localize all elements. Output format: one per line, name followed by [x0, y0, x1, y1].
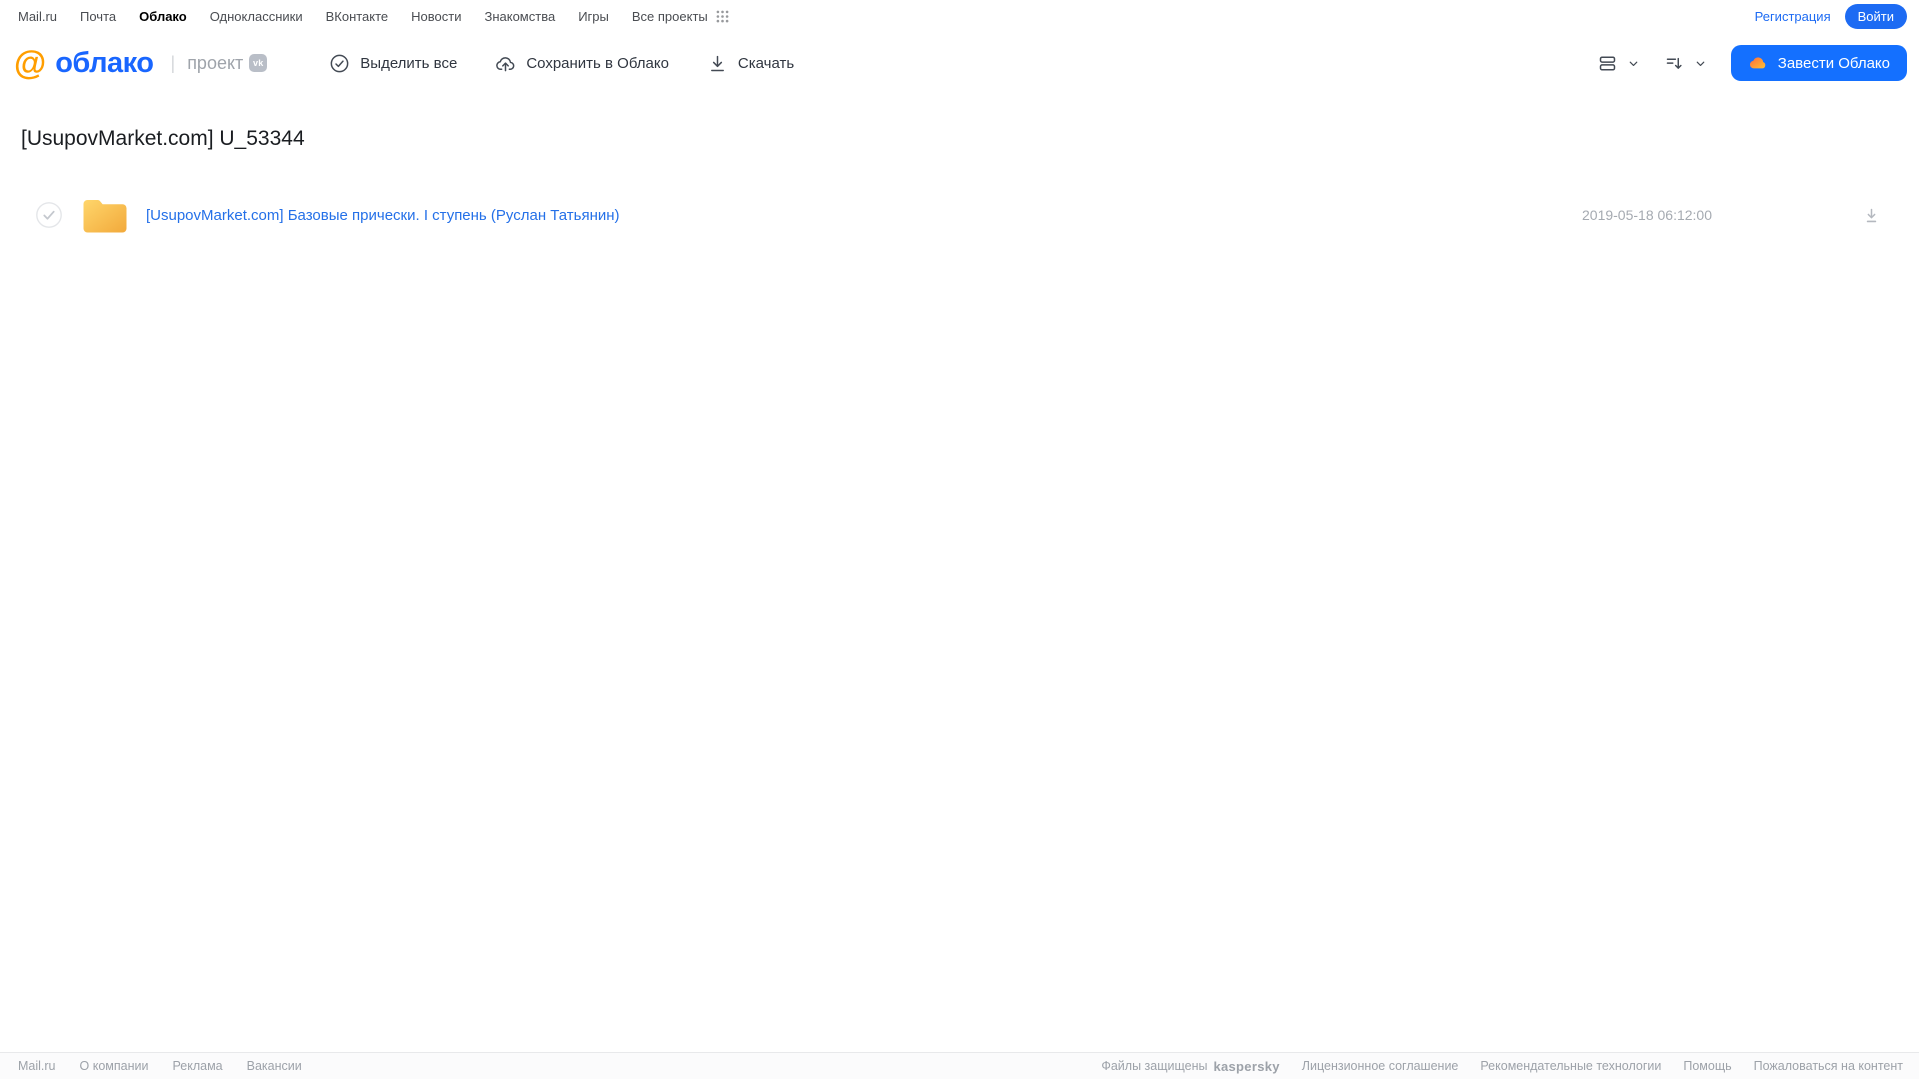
folder-icon[interactable]	[82, 197, 128, 234]
select-all-label: Выделить все	[360, 54, 458, 72]
row-download-button[interactable]	[1862, 206, 1881, 225]
footer-left-links: Mail.ru О компании Реклама Вакансии	[18, 1059, 302, 1073]
chevron-down-icon	[1694, 57, 1707, 70]
portal-link-news[interactable]: Новости	[411, 9, 461, 24]
cloud-icon	[1748, 53, 1768, 73]
file-modified-date: 2019-05-18 06:12:00	[1582, 207, 1712, 223]
toolbar: Выделить все Сохранить в Облако Скачать	[329, 53, 794, 74]
logo-divider: |	[170, 52, 176, 73]
main-content: [UsupovMarket.com] U_53344 [UsupovMarket…	[0, 127, 1919, 243]
download-label: Скачать	[737, 54, 795, 72]
footer-link-license[interactable]: Лицензионное соглашение	[1302, 1059, 1459, 1073]
protected-by-label: Файлы защищены	[1101, 1059, 1208, 1073]
logo-project-label: проект vk	[187, 52, 268, 74]
mailru-at-icon: @	[14, 43, 47, 81]
download-all-button[interactable]: Скачать	[707, 53, 794, 74]
project-text: проект	[187, 52, 244, 73]
portal-link-odnoklassniki[interactable]: Одноклассники	[210, 9, 303, 24]
portal-link-games[interactable]: Игры	[578, 9, 609, 24]
page-title: [UsupovMarket.com] U_53344	[21, 127, 305, 150]
sort-control[interactable]	[1664, 53, 1707, 74]
logo-product-name: облако	[55, 46, 154, 79]
kaspersky-protection: Файлы защищены kaspersky	[1101, 1059, 1279, 1074]
view-mode-control[interactable]	[1597, 53, 1640, 74]
apps-grid-icon[interactable]	[716, 10, 729, 23]
footer-link-jobs[interactable]: Вакансии	[247, 1059, 302, 1073]
cloud-logo[interactable]: @ облако | проект vk	[14, 43, 268, 81]
portal-link-all-projects[interactable]: Все проекты	[632, 9, 729, 24]
portal-nav-right: Регистрация Войти	[1755, 4, 1907, 29]
chevron-down-icon	[1627, 57, 1640, 70]
save-to-cloud-label: Сохранить в Облако	[526, 54, 669, 72]
row-checkbox[interactable]	[36, 202, 62, 228]
footer-link-ads[interactable]: Реклама	[172, 1059, 222, 1073]
portal-link-vkontakte[interactable]: ВКонтакте	[326, 9, 389, 24]
login-button[interactable]: Войти	[1844, 4, 1907, 29]
select-all-button[interactable]: Выделить все	[329, 53, 457, 74]
portal-nav: Mail.ru Почта Облако Одноклассники ВКонт…	[0, 0, 1919, 33]
check-circle-icon	[329, 53, 350, 74]
footer-right-links: Файлы защищены kaspersky Лицензионное со…	[1101, 1059, 1903, 1074]
sort-icon	[1664, 53, 1685, 74]
get-cloud-label: Завести Облако	[1777, 54, 1890, 72]
header: @ облако | проект vk Выделить все Сохран…	[0, 33, 1919, 93]
download-icon	[707, 53, 728, 74]
all-projects-label: Все проекты	[631, 9, 708, 24]
vk-badge-icon: vk	[249, 54, 268, 72]
file-list: [UsupovMarket.com] Базовые прически. I с…	[0, 187, 1919, 243]
file-row[interactable]: [UsupovMarket.com] Базовые прически. I с…	[0, 187, 1919, 243]
registration-link[interactable]: Регистрация	[1755, 9, 1831, 24]
portal-link-dating[interactable]: Знакомства	[484, 9, 555, 24]
file-name-link[interactable]: [UsupovMarket.com] Базовые прически. I с…	[146, 207, 620, 224]
footer-link-report[interactable]: Пожаловаться на контент	[1754, 1059, 1903, 1073]
portal-link-mailru[interactable]: Mail.ru	[18, 9, 57, 24]
footer-link-recommendations[interactable]: Рекомендательные технологии	[1480, 1059, 1661, 1073]
kaspersky-logo[interactable]: kaspersky	[1213, 1059, 1279, 1074]
cloud-upload-icon	[495, 53, 516, 74]
header-right-controls: Завести Облако	[1597, 45, 1907, 81]
footer: Mail.ru О компании Реклама Вакансии Файл…	[0, 1052, 1919, 1079]
rows-view-icon	[1597, 53, 1618, 74]
footer-link-mailru[interactable]: Mail.ru	[18, 1059, 56, 1073]
portal-link-cloud[interactable]: Облако	[139, 9, 187, 24]
download-icon	[1862, 206, 1881, 225]
checkbox-circle-icon	[36, 202, 62, 228]
footer-link-help[interactable]: Помощь	[1683, 1059, 1731, 1073]
portal-link-mail[interactable]: Почта	[80, 9, 116, 24]
get-cloud-button[interactable]: Завести Облако	[1730, 45, 1907, 81]
save-to-cloud-button[interactable]: Сохранить в Облако	[495, 53, 669, 74]
footer-link-about[interactable]: О компании	[80, 1059, 149, 1073]
portal-nav-links: Mail.ru Почта Облако Одноклассники ВКонт…	[18, 9, 729, 24]
